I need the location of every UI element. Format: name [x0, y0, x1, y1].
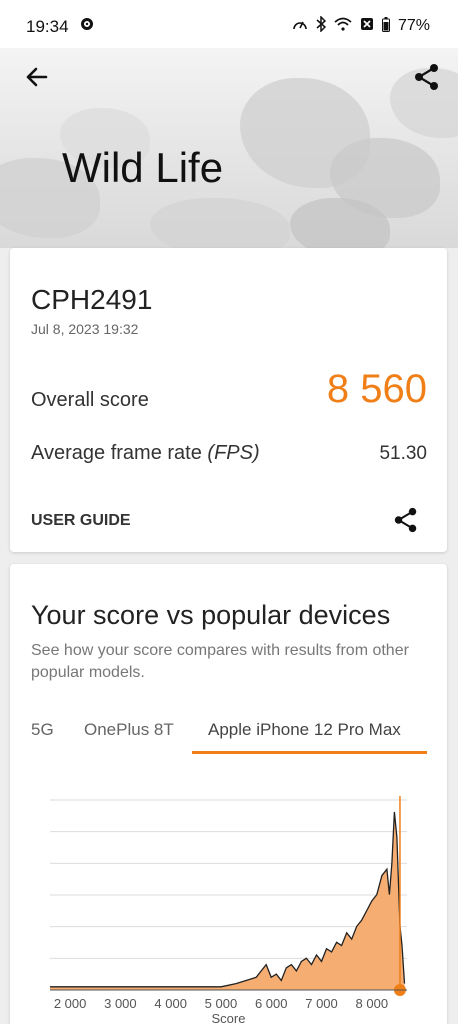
- x-tick-label: 3 000: [104, 996, 137, 1011]
- gear-icon: [80, 17, 94, 35]
- score-distribution-chart: 2 000 3 000 4 000 5 000 6 000 7 000 8 000 Score: [50, 796, 407, 1024]
- wifi-icon: [334, 17, 352, 35]
- status-bar: 19:34 77%: [0, 0, 458, 48]
- back-arrow-icon: [26, 67, 48, 87]
- battery-percent: 77%: [398, 17, 431, 34]
- back-button[interactable]: [22, 62, 52, 92]
- share-icon: [394, 507, 417, 533]
- x-tick-label: 2 000: [54, 996, 87, 1011]
- comparison-card: Your score vs popular devices See how yo…: [10, 564, 447, 1024]
- result-date: Jul 8, 2023 19:32: [31, 321, 139, 337]
- tab-iphone-12-pro-max[interactable]: Apple iPhone 12 Pro Max: [208, 720, 401, 740]
- comparison-description: See how your score compares with results…: [31, 642, 409, 681]
- active-tab-indicator: [192, 751, 427, 754]
- tab-oneplus-8t[interactable]: OnePlus 8T: [84, 720, 174, 740]
- x-tick-label: 4 000: [154, 996, 187, 1011]
- device-tabs: 5G OnePlus 8T Apple iPhone 12 Pro Max: [10, 716, 447, 754]
- fps-label: Average frame rate (FPS): [31, 442, 260, 465]
- x-tick-label: 7 000: [305, 996, 338, 1011]
- battery-icon: [382, 16, 390, 36]
- page-title: Wild Life: [62, 144, 224, 191]
- x-axis-label: Score: [212, 1011, 246, 1024]
- share-result-button[interactable]: [392, 506, 420, 534]
- battery-saver-icon: [360, 17, 374, 35]
- x-tick-label: 8 000: [356, 996, 389, 1011]
- fps-unit: (FPS): [207, 442, 260, 464]
- bluetooth-icon: [316, 15, 327, 36]
- status-time: 19:34: [26, 17, 69, 36]
- overall-score-label: Overall score: [31, 389, 149, 411]
- x-tick-label: 5 000: [205, 996, 238, 1011]
- fps-label-text: Average frame rate: [31, 442, 202, 464]
- distribution-area: [50, 812, 405, 990]
- x-tick-label: 6 000: [255, 996, 288, 1011]
- overall-score-value: 8 560: [326, 367, 427, 411]
- result-card: CPH2491 Jul 8, 2023 19:32 Overall score …: [10, 248, 447, 552]
- share-icon: [415, 64, 438, 90]
- hero-banner: Wild Life: [0, 48, 458, 248]
- speed-icon: [292, 17, 308, 35]
- user-guide-link[interactable]: USER GUIDE: [31, 512, 131, 530]
- share-button[interactable]: [412, 62, 442, 92]
- comparison-title: Your score vs popular devices: [31, 600, 391, 630]
- device-name: CPH2491: [31, 284, 153, 315]
- fps-value: 51.30: [379, 443, 427, 464]
- tab-5g[interactable]: 5G: [31, 720, 54, 740]
